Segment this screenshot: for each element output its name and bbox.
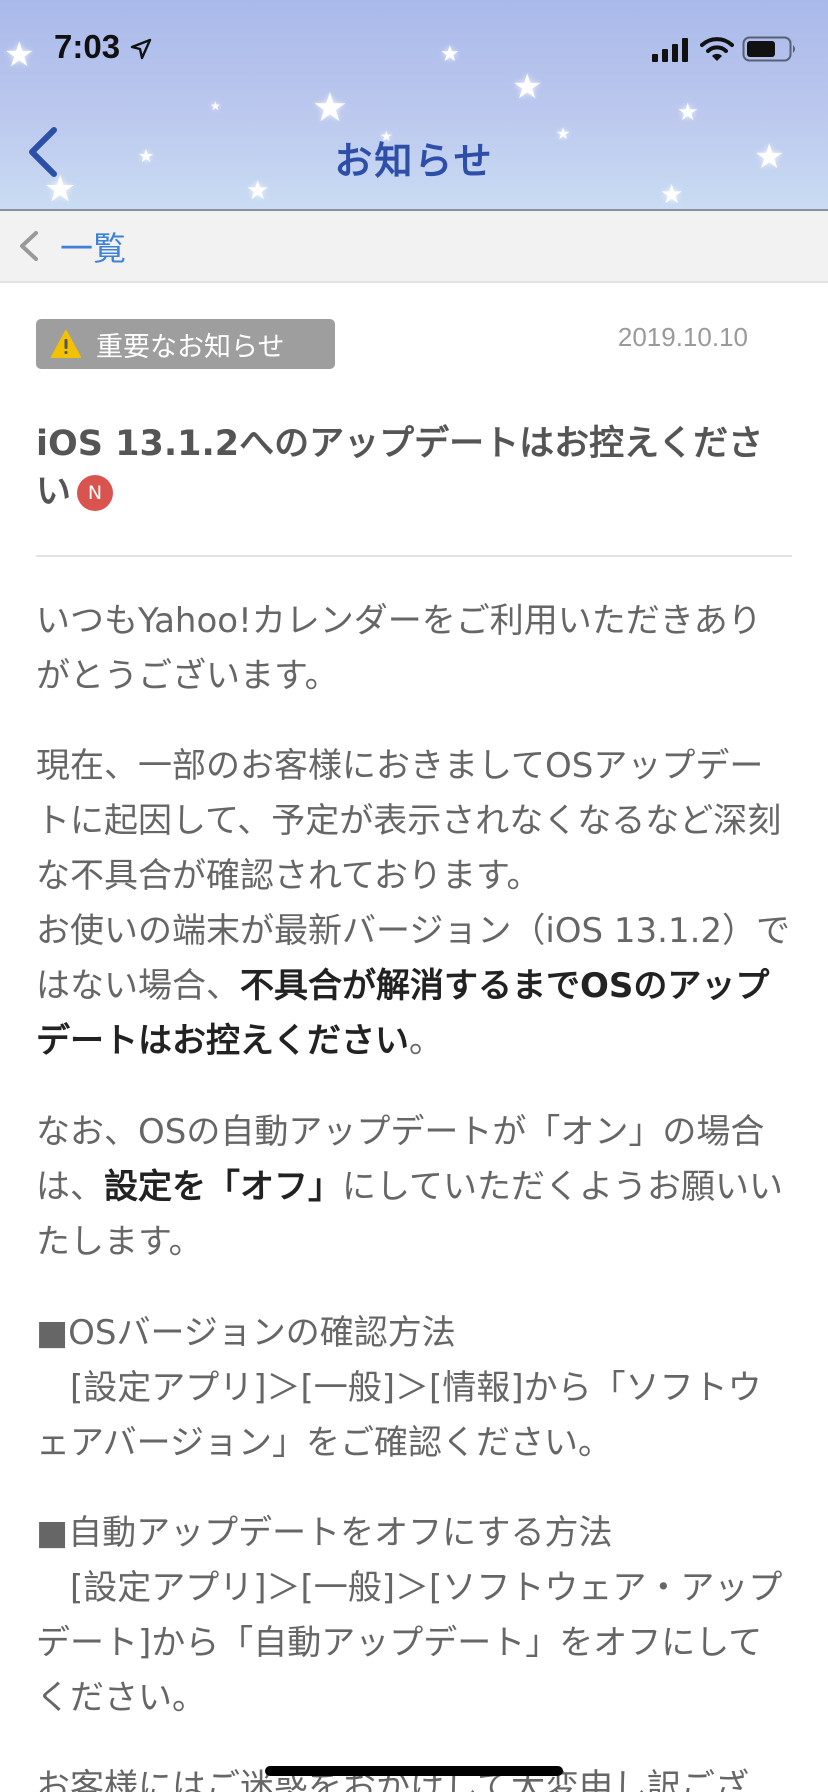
important-notice-badge: 重要なお知らせ	[36, 319, 335, 369]
back-to-list-link[interactable]: 一覧	[16, 219, 126, 273]
article-title-text: iOS 13.1.2へのアップデートはお控えください	[36, 424, 764, 512]
list-link-label: 一覧	[60, 229, 126, 268]
title-divider	[36, 555, 792, 557]
badge-label: 重要なお知らせ	[96, 331, 285, 363]
paragraph-issue: 現在、一部のお客様におきましてOSアップデートに起因して、予定が表示されなくなる…	[36, 739, 792, 1069]
paragraph-issue-end: 。	[408, 1021, 443, 1061]
section-check-version-heading: ■OSバージョンの確認方法	[36, 1313, 456, 1353]
section-check-version-body: [設定アプリ]＞[一般]＞[情報]から「ソフトウェアバージョン」をご確認ください…	[36, 1368, 762, 1463]
section-disable-body: [設定アプリ]＞[一般]＞[ソフトウェア・アップデート]から「自動アップデート」…	[36, 1568, 783, 1718]
warning-icon	[51, 330, 81, 358]
home-indicator[interactable]	[265, 1766, 563, 1776]
location-arrow-icon	[130, 38, 152, 60]
sub-navigation: 一覧	[0, 211, 828, 283]
paragraph-greeting: いつもYahoo!カレンダーをご利用いただきありがとうございます。	[36, 601, 762, 696]
status-time: 7:03	[54, 28, 121, 65]
section-disable-auto-update: ■自動アップデートをオフにする方法 [設定アプリ]＞[一般]＞[ソフトウェア・ア…	[36, 1506, 792, 1726]
wifi-icon	[700, 37, 734, 61]
signal-bars-icon	[652, 38, 688, 62]
paragraph-issue-text: 現在、一部のお客様におきましてOSアップデートに起因して、予定が表示されなくなる…	[36, 746, 782, 896]
section-check-version: ■OSバージョンの確認方法 [設定アプリ]＞[一般]＞[情報]から「ソフトウェア…	[36, 1306, 792, 1471]
star-decoration: ★	[210, 99, 221, 113]
paragraph-auto-update: なお、OSの自動アップデートが「オン」の場合は、設定を「オフ」にしていただくよう…	[36, 1105, 792, 1270]
chevron-left-icon	[20, 231, 38, 261]
battery-icon	[742, 36, 795, 62]
app-header: ★ ★ ★ ★ ★ ★ ★ ★ ★ ★ ★ ★ ★ 7:03 お知らせ	[0, 0, 828, 209]
page-title: お知らせ	[334, 139, 494, 183]
new-badge: N	[77, 475, 114, 511]
star-decoration: ★	[677, 98, 699, 126]
section-disable-heading: ■自動アップデートをオフにする方法	[36, 1513, 613, 1553]
article-date: 2019.10.10	[617, 322, 748, 352]
article-title: iOS 13.1.2へのアップデートはお控えください N	[36, 420, 792, 516]
status-bar: 7:03	[0, 0, 828, 100]
paragraph-apology: お客様にはご迷惑をおかけして大変申し訳ござ	[36, 1767, 749, 1792]
star-decoration: ★	[660, 180, 684, 209]
paragraph-auto-update-bold: 設定を「オフ」	[104, 1167, 342, 1207]
